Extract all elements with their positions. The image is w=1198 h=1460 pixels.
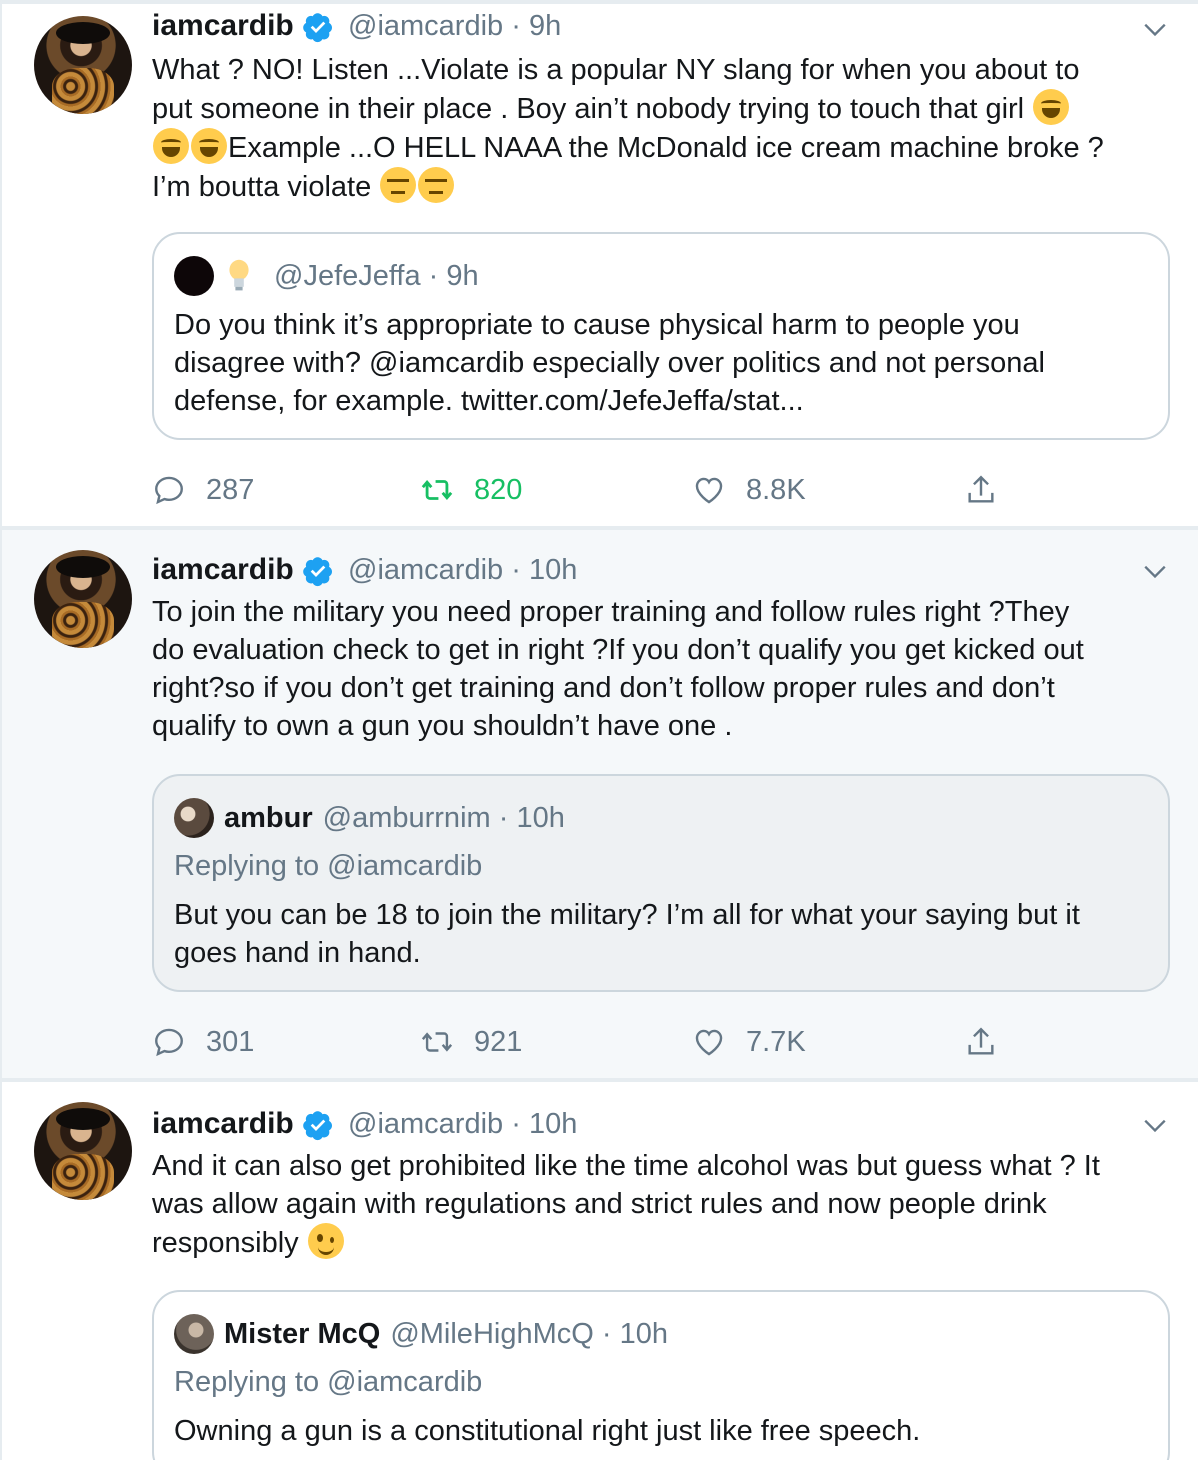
display-name[interactable]: iamcardib bbox=[152, 552, 294, 588]
quote-avatar[interactable] bbox=[174, 256, 214, 296]
tweet[interactable]: iamcardib @iamcardib · 10h To join the m… bbox=[2, 530, 1198, 1078]
quote-display-name[interactable]: Mister McQ bbox=[224, 1318, 380, 1351]
heart-icon bbox=[695, 477, 723, 504]
chevron-down-icon[interactable] bbox=[1142, 1112, 1168, 1138]
quote-text: Do you think it’s appropriate to cause p… bbox=[174, 309, 1045, 417]
timestamp[interactable]: 10h bbox=[529, 1108, 577, 1140]
retweet-icon bbox=[421, 480, 453, 500]
quote-time[interactable]: 9h bbox=[446, 260, 478, 293]
quote-handle[interactable]: @MileHighMcQ bbox=[390, 1318, 593, 1351]
tweet-text: What ? NO! Listen ...Violate is a popula… bbox=[152, 54, 1104, 203]
tweet-actions: 301 921 7.7K bbox=[152, 1022, 1032, 1062]
retweet-icon bbox=[421, 1032, 453, 1052]
avatar[interactable] bbox=[34, 550, 132, 648]
quoted-tweet[interactable]: Mister McQ @MileHighMcQ · 10h Replying t… bbox=[152, 1290, 1170, 1460]
verified-badge-icon bbox=[303, 557, 332, 587]
quoted-tweet[interactable]: @JefeJeffa · 9h Do you think it’s approp… bbox=[152, 232, 1170, 440]
quote-header: @JefeJeffa · 9h bbox=[174, 256, 479, 296]
reply-icon bbox=[155, 476, 183, 505]
display-name[interactable]: iamcardib bbox=[152, 8, 294, 44]
reply-count: 301 bbox=[206, 1025, 255, 1058]
quote-text: Owning a gun is a constitutional right j… bbox=[174, 1415, 921, 1447]
heart-icon bbox=[695, 1029, 723, 1056]
quoted-tweet[interactable]: ambur @amburrnim · 10h Replying to @iamc… bbox=[152, 774, 1170, 992]
quote-text: But you can be 18 to join the military? … bbox=[174, 899, 1080, 969]
like-button[interactable]: 7.7K bbox=[692, 1022, 806, 1062]
tweet-actions: 287 820 8.8K bbox=[152, 470, 1032, 510]
reply-button[interactable]: 287 bbox=[152, 470, 254, 510]
retweet-button[interactable]: 820 bbox=[420, 470, 522, 510]
handle[interactable]: @iamcardib bbox=[348, 554, 503, 586]
chevron-down-icon[interactable] bbox=[1142, 16, 1168, 42]
tweet[interactable]: iamcardib @iamcardib · 9h What ? NO! Lis… bbox=[2, 4, 1198, 526]
tweet-meta: @iamcardib · 9h bbox=[348, 10, 562, 42]
quote-header: ambur @amburrnim · 10h bbox=[174, 798, 565, 838]
retweet-count: 921 bbox=[474, 1025, 523, 1058]
share-icon bbox=[968, 1027, 994, 1055]
share-button[interactable] bbox=[964, 1022, 1018, 1062]
timestamp[interactable]: 10h bbox=[529, 554, 577, 586]
avatar[interactable] bbox=[34, 1102, 132, 1200]
replying-to[interactable]: Replying to @iamcardib bbox=[174, 848, 482, 884]
display-name[interactable]: iamcardib bbox=[152, 1106, 294, 1142]
tears-of-joy-emoji bbox=[191, 128, 227, 164]
tweet-text: And it can also get prohibited like the … bbox=[152, 1150, 1100, 1259]
quote-avatar[interactable] bbox=[174, 1314, 214, 1354]
quote-time[interactable]: 10h bbox=[516, 802, 564, 835]
chevron-down-icon[interactable] bbox=[1142, 558, 1168, 584]
reply-button[interactable]: 301 bbox=[152, 1022, 254, 1062]
avatar[interactable] bbox=[34, 16, 132, 114]
winking-face-emoji bbox=[307, 1223, 344, 1259]
tears-of-joy-emoji bbox=[153, 128, 189, 164]
quote-handle[interactable]: @JefeJeffa bbox=[274, 260, 421, 293]
quote-handle[interactable]: @amburrnim bbox=[323, 802, 491, 835]
verified-badge-icon bbox=[303, 1111, 332, 1141]
reply-count: 287 bbox=[206, 473, 255, 506]
retweet-count: 820 bbox=[474, 473, 523, 506]
like-button[interactable]: 8.8K bbox=[692, 470, 806, 510]
unamused-emoji bbox=[380, 167, 417, 203]
tweet-meta: @iamcardib · 10h bbox=[348, 554, 578, 586]
quote-avatar[interactable] bbox=[174, 798, 214, 838]
light-bulb-emoji bbox=[229, 259, 249, 291]
verified-badge-icon bbox=[303, 13, 332, 43]
tweet-meta: @iamcardib · 10h bbox=[348, 1108, 578, 1140]
timeline: iamcardib @iamcardib · 9h What ? NO! Lis… bbox=[0, 0, 1198, 1460]
share-button[interactable] bbox=[964, 470, 1018, 510]
share-icon bbox=[968, 475, 994, 503]
unamused-emoji bbox=[418, 167, 455, 203]
quote-header: Mister McQ @MileHighMcQ · 10h bbox=[174, 1314, 668, 1354]
quote-time[interactable]: 10h bbox=[620, 1318, 668, 1351]
timestamp[interactable]: 9h bbox=[529, 10, 561, 42]
handle[interactable]: @iamcardib bbox=[348, 10, 503, 42]
tears-of-joy-emoji bbox=[1033, 89, 1070, 125]
handle[interactable]: @iamcardib bbox=[348, 1108, 503, 1140]
tweet-text: To join the military you need proper tra… bbox=[152, 596, 1084, 742]
quote-display-name[interactable]: ambur bbox=[224, 802, 313, 835]
replying-to[interactable]: Replying to @iamcardib bbox=[174, 1364, 482, 1400]
like-count: 7.7K bbox=[746, 1025, 806, 1058]
like-count: 8.8K bbox=[746, 473, 806, 506]
reply-icon bbox=[155, 1028, 183, 1057]
tweet[interactable]: iamcardib @iamcardib · 10h And it can al… bbox=[2, 1082, 1198, 1460]
retweet-button[interactable]: 921 bbox=[420, 1022, 522, 1062]
